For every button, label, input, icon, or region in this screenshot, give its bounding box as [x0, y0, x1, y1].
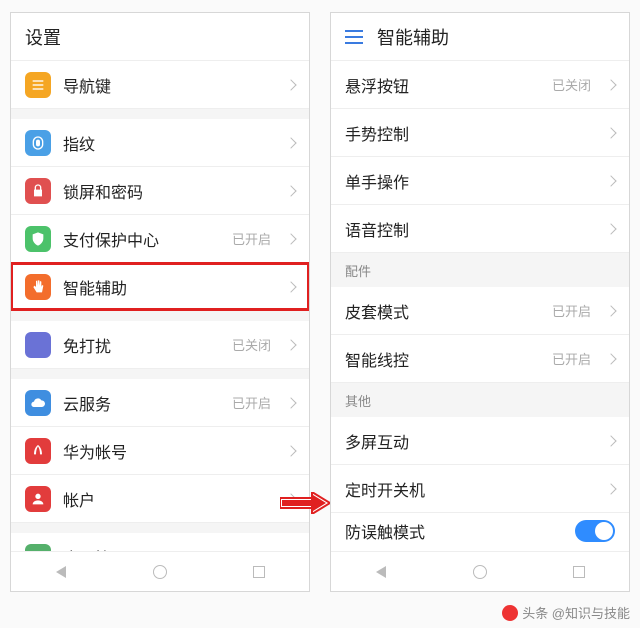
section-header: 其他 [331, 383, 629, 417]
item-status: 已开启 [552, 301, 591, 320]
item-label: 锁屏和密码 [63, 179, 275, 203]
chevron-right-icon [285, 137, 296, 148]
chevron-right-icon [285, 233, 296, 244]
chevron-right-icon [285, 445, 296, 456]
item-label: 皮套模式 [345, 299, 540, 323]
cloud-icon [25, 390, 51, 416]
assist-item[interactable]: 单手操作 [331, 157, 629, 205]
chevron-right-icon [285, 281, 296, 292]
assist-list[interactable]: 悬浮按钮已关闭手势控制单手操作语音控制配件皮套模式已开启智能线控已开启其他多屏互… [331, 61, 629, 551]
settings-screen: 设置 导航键指纹锁屏和密码支付保护中心已开启智能辅助免打扰已关闭云服务已开启华为… [10, 12, 310, 592]
assist-item[interactable]: 定时开关机 [331, 465, 629, 513]
assist-item[interactable]: 多屏互动 [331, 417, 629, 465]
chevron-right-icon [605, 223, 616, 234]
huawei-icon [25, 438, 51, 464]
item-label: 应用管理 [63, 545, 275, 552]
item-label: 云服务 [63, 391, 220, 415]
android-navbar [11, 551, 309, 591]
chevron-right-icon [605, 175, 616, 186]
assist-item[interactable]: 手势控制 [331, 109, 629, 157]
settings-list[interactable]: 导航键指纹锁屏和密码支付保护中心已开启智能辅助免打扰已关闭云服务已开启华为帐号帐… [11, 61, 309, 551]
settings-item-hand[interactable]: 智能辅助 [11, 263, 309, 311]
chevron-right-icon [285, 397, 296, 408]
chevron-right-icon [285, 493, 296, 504]
item-status: 已开启 [232, 229, 271, 248]
back-button[interactable] [11, 552, 110, 591]
account-icon [25, 486, 51, 512]
item-label: 悬浮按钮 [345, 73, 540, 97]
chevron-right-icon [605, 305, 616, 316]
smart-assistance-screen: 智能辅助 悬浮按钮已关闭手势控制单手操作语音控制配件皮套模式已开启智能线控已开启… [330, 12, 630, 592]
toutiao-logo-icon [502, 605, 518, 621]
hand-icon [25, 274, 51, 300]
item-label: 智能线控 [345, 347, 540, 371]
item-label: 智能辅助 [63, 275, 275, 299]
apps-icon [25, 544, 51, 552]
item-label: 定时开关机 [345, 477, 595, 501]
chevron-right-icon [605, 353, 616, 364]
item-label: 多屏互动 [345, 429, 595, 453]
item-status: 已关闭 [552, 75, 591, 94]
nav-icon-icon [25, 72, 51, 98]
lock-icon [25, 178, 51, 204]
moon-icon [25, 332, 51, 358]
page-title: 智能辅助 [377, 24, 449, 50]
item-label: 帐户 [63, 487, 275, 511]
item-label: 指纹 [63, 131, 275, 155]
assist-item[interactable]: 防误触模式防止手机在口袋出现误操作 [331, 513, 629, 551]
recent-button[interactable] [530, 552, 629, 591]
chevron-right-icon [285, 185, 296, 196]
settings-item-huawei[interactable]: 华为帐号 [11, 427, 309, 475]
back-button[interactable] [331, 552, 430, 591]
section-header: 配件 [331, 253, 629, 287]
item-label: 防误触模式 [345, 519, 563, 543]
home-button[interactable] [110, 552, 209, 591]
chevron-right-icon [605, 483, 616, 494]
item-status: 已开启 [232, 393, 271, 412]
settings-item-apps[interactable]: 应用管理 [11, 533, 309, 551]
assist-item[interactable]: 语音控制 [331, 205, 629, 253]
home-button[interactable] [430, 552, 529, 591]
watermark: 头条 @知识与技能 [502, 603, 630, 622]
android-navbar [331, 551, 629, 591]
item-label: 华为帐号 [63, 439, 275, 463]
settings-item-shield[interactable]: 支付保护中心已开启 [11, 215, 309, 263]
title-bar: 设置 [11, 13, 309, 61]
item-label: 支付保护中心 [63, 227, 220, 251]
assist-item[interactable]: 悬浮按钮已关闭 [331, 61, 629, 109]
recent-button[interactable] [210, 552, 309, 591]
item-label: 免打扰 [63, 333, 220, 357]
chevron-right-icon [285, 339, 296, 350]
fingerprint-icon [25, 130, 51, 156]
settings-item-account[interactable]: 帐户 [11, 475, 309, 523]
chevron-right-icon [605, 79, 616, 90]
toggle-switch[interactable] [575, 520, 615, 542]
menu-icon[interactable] [345, 30, 363, 44]
page-title: 设置 [25, 24, 61, 50]
settings-item-fingerprint[interactable]: 指纹 [11, 119, 309, 167]
chevron-right-icon [285, 79, 296, 90]
settings-item-nav-icon[interactable]: 导航键 [11, 61, 309, 109]
assist-item[interactable]: 智能线控已开启 [331, 335, 629, 383]
item-label: 导航键 [63, 73, 275, 97]
item-status: 已开启 [552, 349, 591, 368]
item-label: 单手操作 [345, 169, 595, 193]
item-subtitle: 防止手机在口袋出现误操作 [345, 549, 615, 551]
item-label: 语音控制 [345, 217, 595, 241]
chevron-right-icon [605, 127, 616, 138]
item-status: 已关闭 [232, 335, 271, 354]
assist-item[interactable]: 皮套模式已开启 [331, 287, 629, 335]
settings-item-moon[interactable]: 免打扰已关闭 [11, 321, 309, 369]
title-bar: 智能辅助 [331, 13, 629, 61]
shield-icon [25, 226, 51, 252]
item-label: 手势控制 [345, 121, 595, 145]
chevron-right-icon [605, 435, 616, 446]
settings-item-lock[interactable]: 锁屏和密码 [11, 167, 309, 215]
settings-item-cloud[interactable]: 云服务已开启 [11, 379, 309, 427]
